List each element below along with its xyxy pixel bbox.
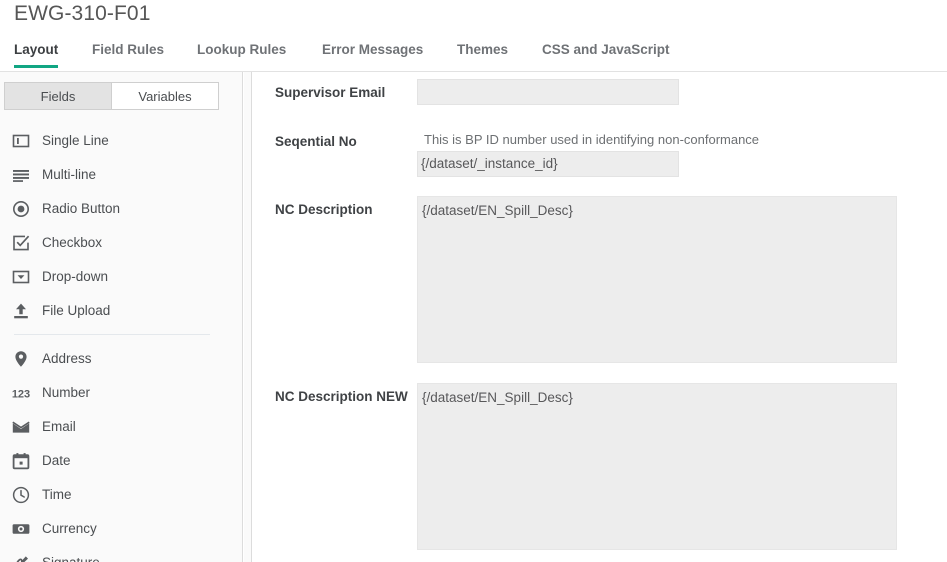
field-type-currency[interactable]: Currency	[0, 512, 243, 546]
field-type-checkbox[interactable]: Checkbox	[0, 226, 243, 260]
field-value: {/dataset/EN_Spill_Desc}	[422, 203, 573, 218]
field-textarea[interactable]: {/dataset/EN_Spill_Desc}	[417, 383, 897, 550]
fields-variables-toggle: Fields Variables	[4, 82, 219, 110]
radio-button-icon	[10, 198, 32, 220]
field-type-label: Currency	[42, 522, 97, 536]
field-input[interactable]	[417, 79, 679, 105]
field-type-list: Single Line Multi-line Radio Button Checkbo…	[0, 124, 243, 562]
field-type-address[interactable]: Address	[0, 342, 243, 376]
field-help-text: This is BP ID number used in identifying…	[424, 132, 759, 147]
tab-error-messages[interactable]: Error Messages	[322, 40, 423, 68]
multi-line-icon	[10, 164, 32, 186]
field-type-single-line[interactable]: Single Line	[0, 124, 243, 158]
toggle-fields-button[interactable]: Fields	[4, 82, 112, 110]
field-type-label: Multi-line	[42, 168, 96, 182]
file-upload-icon	[10, 300, 32, 322]
field-type-label: Number	[42, 386, 90, 400]
field-type-radio-button[interactable]: Radio Button	[0, 192, 243, 226]
panel-divider	[244, 72, 252, 562]
field-type-file-upload[interactable]: File Upload	[0, 294, 243, 328]
field-label: Seqential No	[275, 132, 415, 151]
field-type-label: Single Line	[42, 134, 109, 148]
field-type-label: Drop-down	[42, 270, 108, 284]
form-canvas: Supervisor Email Seqential No This is BP I…	[253, 72, 947, 562]
field-label: Supervisor Email	[275, 83, 415, 102]
field-type-email[interactable]: Email	[0, 410, 243, 444]
single-line-icon	[10, 130, 32, 152]
address-pin-icon	[10, 348, 32, 370]
field-value: {/dataset/EN_Spill_Desc}	[422, 390, 573, 405]
tab-lookup-rules[interactable]: Lookup Rules	[197, 40, 286, 68]
field-list-divider	[14, 334, 210, 335]
svg-text:123: 123	[12, 389, 30, 401]
field-label: NC Description NEW	[275, 387, 415, 406]
field-type-label: Radio Button	[42, 202, 120, 216]
fields-panel: Fields Variables Single Line Multi-line Ra…	[0, 72, 243, 562]
tab-layout[interactable]: Layout	[14, 40, 58, 68]
field-type-label: Date	[42, 454, 71, 468]
tab-field-rules[interactable]: Field Rules	[92, 40, 164, 68]
calendar-icon	[10, 450, 32, 472]
toggle-variables-button[interactable]: Variables	[112, 82, 219, 110]
checkbox-icon	[10, 232, 32, 254]
form-builder-window: EWG-310-F01 Layout Field Rules Lookup Rule…	[0, 0, 947, 562]
field-type-label: Address	[42, 352, 92, 366]
currency-icon	[10, 518, 32, 540]
field-type-signature[interactable]: Signature	[0, 546, 243, 562]
field-type-label: Time	[42, 488, 72, 502]
field-input[interactable]: {/dataset/_instance_id}	[417, 151, 679, 177]
field-value	[418, 80, 678, 86]
clock-icon	[10, 484, 32, 506]
field-type-date[interactable]: Date	[0, 444, 243, 478]
number-123-icon: 123	[10, 382, 32, 404]
field-label: NC Description	[275, 200, 415, 219]
field-type-drop-down[interactable]: Drop-down	[0, 260, 243, 294]
field-type-label: Checkbox	[42, 236, 102, 250]
field-type-label: File Upload	[42, 304, 110, 318]
tab-themes[interactable]: Themes	[457, 40, 508, 68]
dropdown-icon	[10, 266, 32, 288]
field-type-multi-line[interactable]: Multi-line	[0, 158, 243, 192]
field-type-label: Signature	[42, 556, 100, 562]
page-title: EWG-310-F01	[14, 2, 150, 26]
tab-css-and-javascript[interactable]: CSS and JavaScript	[542, 40, 670, 68]
email-envelope-icon	[10, 416, 32, 438]
field-textarea[interactable]: {/dataset/EN_Spill_Desc}	[417, 196, 897, 363]
field-value: {/dataset/_instance_id}	[418, 152, 678, 175]
field-type-label: Email	[42, 420, 76, 434]
field-type-time[interactable]: Time	[0, 478, 243, 512]
tab-bar: Layout Field Rules Lookup Rules Error Messa…	[0, 40, 947, 72]
signature-icon	[10, 552, 32, 562]
field-type-number[interactable]: 123 Number	[0, 376, 243, 410]
